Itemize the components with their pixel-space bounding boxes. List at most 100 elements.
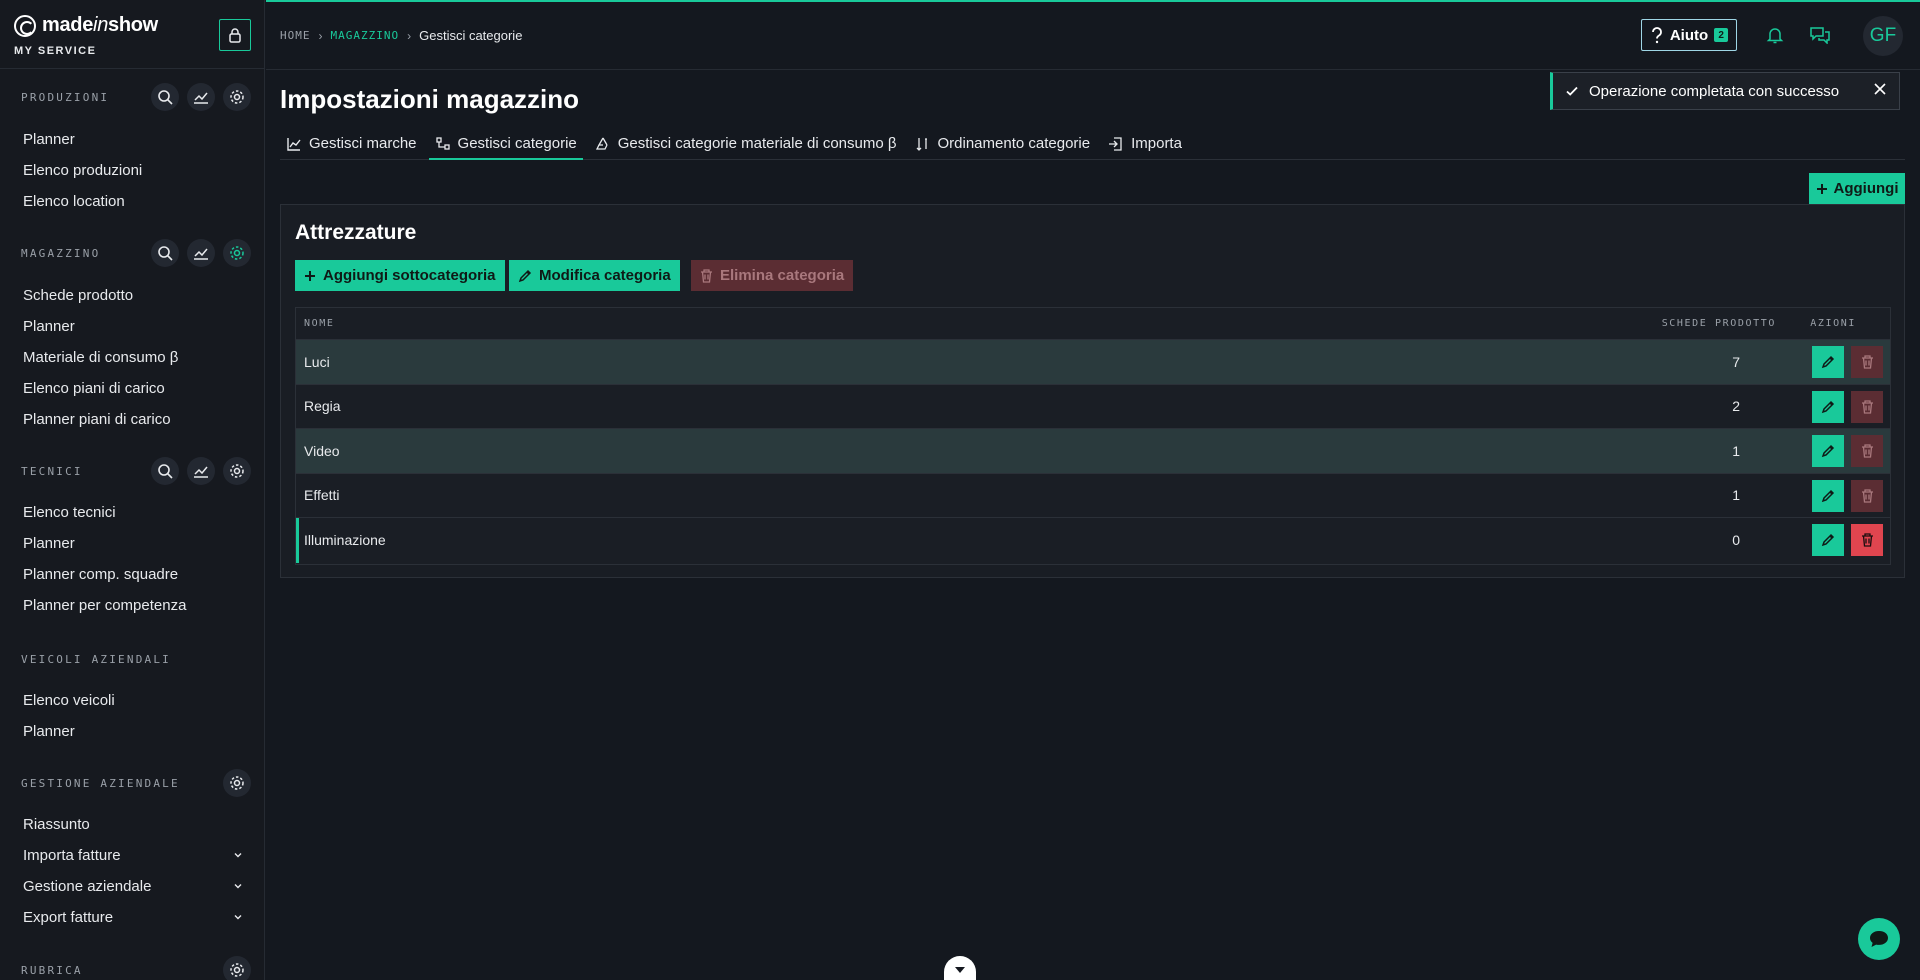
table-row[interactable]: Regia 2 bbox=[296, 385, 1890, 429]
chevron-down-icon bbox=[234, 915, 242, 920]
section-title: PRODUZIONI bbox=[21, 90, 110, 104]
breadcrumb-separator-icon: › bbox=[318, 28, 323, 43]
table-row[interactable]: Video 1 bbox=[296, 429, 1890, 474]
edit-category-button[interactable]: Modifica categoria bbox=[509, 260, 680, 291]
recycle-icon bbox=[595, 137, 608, 150]
column-header-count[interactable]: SCHEDE PRODOTTO bbox=[1662, 318, 1776, 329]
sidebar-item-label: Export fatture bbox=[23, 908, 114, 926]
row-name: Effetti bbox=[304, 487, 340, 504]
sidebar-item-export-fatture[interactable]: Export fatture bbox=[23, 903, 243, 931]
tab-gestisci-categorie[interactable]: Gestisci categorie bbox=[428, 128, 583, 160]
close-icon[interactable] bbox=[1873, 82, 1887, 100]
sidebar-item-planner[interactable]: Planner bbox=[23, 717, 243, 745]
section-magazzino: MAGAZZINO bbox=[21, 239, 251, 267]
tab-label: Importa bbox=[1131, 135, 1182, 152]
avatar[interactable]: GF bbox=[1863, 16, 1903, 56]
table-row[interactable]: Effetti 1 bbox=[296, 474, 1890, 518]
sidebar-item-importa-fatture[interactable]: Importa fatture bbox=[23, 841, 243, 869]
chat-icon[interactable] bbox=[1809, 26, 1831, 48]
trash-icon[interactable] bbox=[1851, 390, 1883, 423]
tab-label: Gestisci categorie bbox=[457, 135, 577, 152]
breadcrumb-magazzino[interactable]: MAGAZZINO bbox=[331, 29, 400, 42]
edit-icon[interactable] bbox=[1812, 435, 1844, 467]
category-title: Attrezzature bbox=[295, 221, 417, 244]
section-rubrica: RUBRICA bbox=[21, 956, 251, 980]
tab-ordinamento-categorie[interactable]: Ordinamento categorie bbox=[909, 128, 1097, 159]
tab-gestisci-categorie-consumo[interactable]: Gestisci categorie materiale di consumo … bbox=[589, 128, 903, 159]
scroll-down-handle[interactable] bbox=[944, 956, 976, 980]
column-header-actions: AZIONI bbox=[1810, 318, 1856, 329]
sidebar-item-elenco-tecnici[interactable]: Elenco tecnici bbox=[23, 498, 243, 526]
column-header-name[interactable]: NOME bbox=[304, 318, 334, 329]
sidebar-item-planner[interactable]: Planner bbox=[23, 125, 243, 153]
sidebar-item-planner[interactable]: Planner bbox=[23, 312, 243, 340]
search-icon[interactable] bbox=[151, 83, 179, 111]
gear-icon[interactable] bbox=[223, 457, 251, 485]
section-title: MAGAZZINO bbox=[21, 246, 101, 260]
trash-icon[interactable] bbox=[1851, 479, 1883, 512]
add-button[interactable]: Aggiungi bbox=[1809, 173, 1905, 204]
success-toast: Operazione completata con successo bbox=[1550, 72, 1900, 110]
tab-label: Ordinamento categorie bbox=[937, 135, 1091, 152]
lock-button[interactable] bbox=[219, 19, 251, 51]
help-icon bbox=[1651, 27, 1662, 44]
help-button[interactable]: Aiuto 2 bbox=[1641, 19, 1737, 51]
sidebar-item-planner[interactable]: Planner bbox=[23, 529, 243, 557]
trash-icon[interactable] bbox=[1851, 346, 1883, 378]
stats-icon[interactable] bbox=[187, 457, 215, 485]
section-title: VEICOLI AZIENDALI bbox=[21, 652, 171, 666]
chevron-down-icon bbox=[234, 884, 242, 889]
edit-icon[interactable] bbox=[1812, 390, 1844, 423]
plus-icon bbox=[1816, 183, 1827, 194]
sidebar-item-label: Riassunto bbox=[23, 815, 90, 833]
gear-icon[interactable] bbox=[223, 239, 251, 267]
logo-icon bbox=[14, 14, 36, 37]
add-subcategory-button[interactable]: Aggiungi sottocategoria bbox=[295, 260, 505, 291]
sidebar-item-elenco-veicoli[interactable]: Elenco veicoli bbox=[23, 686, 243, 714]
toast-message: Operazione completata con successo bbox=[1589, 82, 1840, 100]
row-name: Regia bbox=[304, 398, 341, 415]
stats-icon[interactable] bbox=[187, 83, 215, 111]
table-row[interactable]: Luci 7 bbox=[296, 340, 1890, 385]
gear-icon[interactable] bbox=[223, 956, 251, 980]
trash-icon[interactable] bbox=[1851, 435, 1883, 467]
bell-icon[interactable] bbox=[1766, 26, 1784, 48]
search-icon[interactable] bbox=[151, 457, 179, 485]
add-label: Aggiungi bbox=[1833, 180, 1899, 197]
sidebar-item-elenco-produzioni[interactable]: Elenco produzioni bbox=[23, 156, 243, 184]
sidebar-item-schede-prodotto[interactable]: Schede prodotto bbox=[23, 281, 243, 309]
help-label: Aiuto bbox=[1669, 26, 1709, 44]
tab-importa[interactable]: Importa bbox=[1102, 128, 1188, 159]
button-label: Modifica categoria bbox=[539, 267, 671, 284]
gear-icon[interactable] bbox=[223, 83, 251, 111]
section-gestione-aziendale: GESTIONE AZIENDALE bbox=[21, 769, 251, 797]
page-title: Impostazioni magazzino bbox=[280, 84, 580, 114]
support-chat-button[interactable] bbox=[1858, 918, 1900, 960]
sidebar-item-planner-squadre[interactable]: Planner comp. squadre bbox=[23, 560, 243, 588]
row-count: 1 bbox=[1732, 487, 1740, 504]
sidebar-item-planner-competenza[interactable]: Planner per competenza bbox=[23, 591, 243, 619]
sidebar-item-materiale-consumo[interactable]: Materiale di consumo β bbox=[23, 343, 243, 371]
breadcrumb-home[interactable]: HOME bbox=[280, 29, 311, 42]
sort-icon bbox=[916, 137, 927, 151]
brand[interactable]: madeinshow MY SERVICE bbox=[14, 14, 158, 57]
sidebar-item-gestione-aziendale[interactable]: Gestione aziendale bbox=[23, 872, 243, 900]
search-icon[interactable] bbox=[151, 239, 179, 267]
trash-icon[interactable] bbox=[1851, 524, 1883, 556]
tab-gestisci-marche[interactable]: Gestisci marche bbox=[280, 128, 423, 159]
edit-icon[interactable] bbox=[1812, 346, 1844, 378]
sidebar-item-riassunto[interactable]: Riassunto bbox=[23, 810, 243, 838]
sidebar-item-elenco-location[interactable]: Elenco location bbox=[23, 187, 243, 215]
sidebar-item-label: Gestione aziendale bbox=[23, 877, 152, 895]
edit-icon[interactable] bbox=[1812, 479, 1844, 512]
help-count-badge: 2 bbox=[1714, 28, 1729, 42]
section-title: TECNICI bbox=[21, 464, 83, 478]
button-label: Elimina categoria bbox=[720, 267, 845, 284]
sidebar-item-planner-piani-carico[interactable]: Planner piani di carico bbox=[23, 405, 243, 433]
gear-icon[interactable] bbox=[223, 769, 251, 797]
stats-icon[interactable] bbox=[187, 239, 215, 267]
delete-category-button[interactable]: Elimina categoria bbox=[691, 260, 854, 291]
sidebar-item-piani-carico[interactable]: Elenco piani di carico bbox=[23, 374, 243, 402]
edit-icon[interactable] bbox=[1812, 524, 1844, 556]
table-row[interactable]: Illuminazione 0 bbox=[296, 518, 1890, 563]
